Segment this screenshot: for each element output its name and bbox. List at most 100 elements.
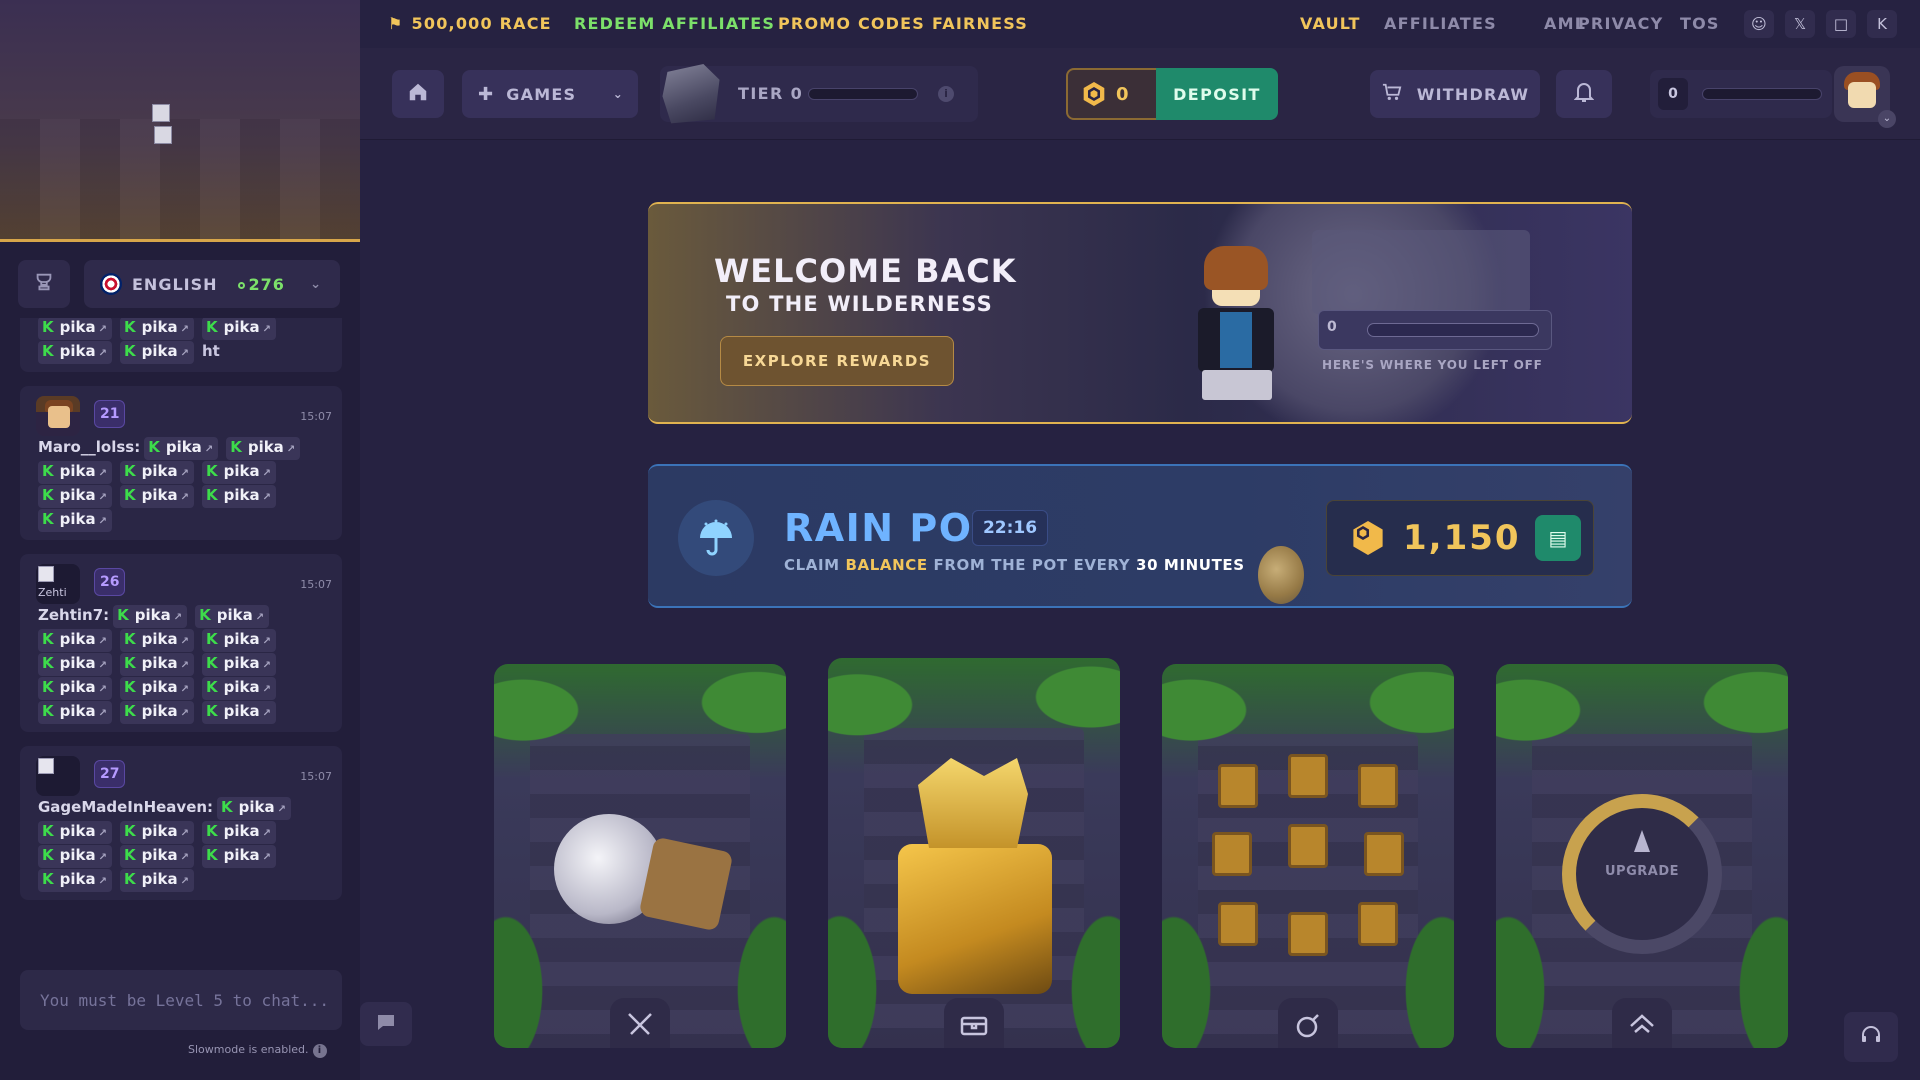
home-button[interactable] <box>392 70 444 118</box>
broken-image-icon <box>152 104 170 122</box>
emote-link[interactable]: Kpika ↗ <box>202 845 276 868</box>
emote-link[interactable]: Kpika ↗ <box>38 485 112 508</box>
emote-link[interactable]: Kpika ↗ <box>113 605 188 628</box>
tip-rain-button[interactable]: ▤ <box>1535 515 1581 561</box>
emote-link[interactable]: Kpika ↗ <box>202 629 276 652</box>
chevron-down-icon: ⌄ <box>612 87 624 101</box>
chat-username[interactable]: Maro__lolss: <box>38 438 140 456</box>
race-link[interactable]: ⚑ 500,000 RACE <box>388 14 552 33</box>
tos-link[interactable]: TOS <box>1680 14 1720 33</box>
chat-username[interactable]: Zehtin7: <box>38 606 109 624</box>
support-button[interactable] <box>1844 1012 1898 1062</box>
emote-link[interactable]: Kpika ↗ <box>38 845 112 868</box>
headset-icon <box>1859 1023 1883 1051</box>
emote-link[interactable]: Kpika ↗ <box>120 629 194 652</box>
external-link-icon: ↗ <box>277 804 287 815</box>
promo-codes-link[interactable]: PROMO CODES <box>778 14 925 33</box>
emote-link[interactable]: Kpika ↗ <box>120 677 194 700</box>
avatar[interactable] <box>36 396 80 436</box>
discord-icon[interactable]: ☺ <box>1744 10 1774 38</box>
emote-link[interactable]: Kpika ↗ <box>120 318 194 340</box>
emote-link[interactable]: Kpika ↗ <box>120 845 194 868</box>
message-time: 15:07 <box>300 770 332 783</box>
emote-link[interactable]: Kpika ↗ <box>38 509 112 532</box>
k-icon[interactable]: K <box>1867 10 1897 38</box>
emote-link[interactable]: Kpika ↗ <box>120 461 194 484</box>
sidebar: ENGLISH 276 ⌄ Kpika ↗ Kpika ↗ Kpika ↗ Kpika ↗ K… <box>0 0 360 1080</box>
chat-username[interactable]: GageMadeInHeaven: <box>38 798 213 816</box>
external-link-icon: ↗ <box>262 852 271 863</box>
x-icon[interactable]: 𝕏 <box>1785 10 1815 38</box>
k-emote-icon: K <box>124 318 136 336</box>
emote-link[interactable]: Kpika ↗ <box>120 701 194 724</box>
emote-link[interactable]: Kpika ↗ <box>202 701 276 724</box>
level-progress[interactable]: 0 <box>1650 70 1832 118</box>
k-emote-icon: K <box>42 654 54 672</box>
emote-link[interactable]: Kpika ↗ <box>202 318 276 340</box>
emote-link[interactable]: Kpika ↗ <box>144 437 219 460</box>
games-dropdown[interactable]: ✚ GAMES ⌄ <box>462 70 638 118</box>
k-emote-icon: K <box>206 822 218 840</box>
redeem-affiliates-link[interactable]: REDEEM AFFILIATES <box>574 14 775 33</box>
emote-link[interactable]: Kpika ↗ <box>38 869 112 892</box>
game-card-cases[interactable] <box>828 658 1120 1048</box>
deposit-button[interactable]: DEPOSIT <box>1156 68 1278 120</box>
chat-message-body: Kpika ↗ Kpika ↗ Kpika ↗ Kpika ↗ Kpika ↗ ht <box>38 318 332 364</box>
external-link-icon: ↗ <box>262 684 271 695</box>
game-card-upgrade[interactable]: UPGRADE <box>1496 664 1788 1048</box>
chat-bubble-icon[interactable]: □ <box>1826 10 1856 38</box>
emote-link[interactable]: Kpika ↗ <box>202 653 276 676</box>
leaderboard-button[interactable] <box>18 260 70 308</box>
emote-link[interactable]: Kpika ↗ <box>38 677 112 700</box>
emote-link[interactable]: Kpika ↗ <box>38 821 112 844</box>
fairness-link[interactable]: FAIRNESS <box>932 14 1028 33</box>
emote-link[interactable]: Kpika ↗ <box>38 341 112 364</box>
avatar[interactable] <box>36 756 80 796</box>
balance-display[interactable]: 0 <box>1066 68 1158 120</box>
emote-link[interactable]: Kpika ↗ <box>120 869 194 892</box>
emote-link[interactable]: Kpika ↗ <box>120 821 194 844</box>
emote-link[interactable]: Kpika ↗ <box>226 437 301 460</box>
emote-link[interactable]: Kpika ↗ <box>38 701 112 724</box>
mine-tile <box>1288 824 1328 868</box>
chat-input[interactable]: You must be Level 5 to chat... <box>20 970 342 1030</box>
notifications-button[interactable] <box>1556 70 1612 118</box>
external-link-icon: ↗ <box>180 468 189 479</box>
welcome-subtitle: TO THE WILDERNESS <box>726 292 993 316</box>
chat-toggle-button[interactable] <box>360 1002 412 1046</box>
external-link-icon: ↗ <box>98 324 107 335</box>
info-icon[interactable]: i <box>938 86 954 102</box>
emote-link[interactable]: Kpika ↗ <box>38 461 112 484</box>
info-icon[interactable]: i <box>312 1044 327 1058</box>
emote-link[interactable]: Kpika ↗ <box>217 797 292 820</box>
upgrade-pointer-icon <box>1634 830 1650 852</box>
emote-link[interactable]: Kpika ↗ <box>38 629 112 652</box>
language-selector[interactable]: ENGLISH 276 ⌄ <box>84 260 340 308</box>
k-emote-icon: K <box>42 630 54 648</box>
sidebar-controls: ENGLISH 276 ⌄ <box>18 260 342 310</box>
k-emote-icon: K <box>206 462 218 480</box>
affiliates-link[interactable]: AFFILIATES <box>1384 14 1497 33</box>
game-card-mines[interactable] <box>1162 664 1454 1048</box>
k-emote-icon: K <box>206 678 218 696</box>
explore-rewards-button[interactable]: EXPLORE REWARDS <box>720 336 954 386</box>
game-card-battles[interactable] <box>494 664 786 1048</box>
emote-link[interactable]: Kpika ↗ <box>120 653 194 676</box>
emote-link[interactable]: Kpika ↗ <box>38 653 112 676</box>
emote-link[interactable]: Kpika ↗ <box>195 605 270 628</box>
avatar[interactable]: Zehti <box>36 564 80 604</box>
emote-link[interactable]: Kpika ↗ <box>120 485 194 508</box>
tier-label: TIER 0 <box>738 84 804 103</box>
emote-link[interactable]: Kpika ↗ <box>120 341 194 364</box>
emote-link[interactable]: Kpika ↗ <box>38 318 112 340</box>
tier-progress[interactable]: TIER 0 i <box>660 63 978 124</box>
chat-feed[interactable]: Kpika ↗ Kpika ↗ Kpika ↗ Kpika ↗ Kpika ↗ ht 21 15:… <box>20 318 342 958</box>
emote-link[interactable]: Kpika ↗ <box>202 677 276 700</box>
vault-link[interactable]: VAULT <box>1300 14 1361 33</box>
withdraw-button[interactable]: WITHDRAW <box>1370 70 1540 118</box>
privacy-link[interactable]: PRIVACY <box>1578 14 1663 33</box>
emote-link[interactable]: Kpika ↗ <box>202 485 276 508</box>
emote-link[interactable]: Kpika ↗ <box>202 461 276 484</box>
chevron-down-icon[interactable]: ⌄ <box>1878 110 1896 128</box>
emote-link[interactable]: Kpika ↗ <box>202 821 276 844</box>
